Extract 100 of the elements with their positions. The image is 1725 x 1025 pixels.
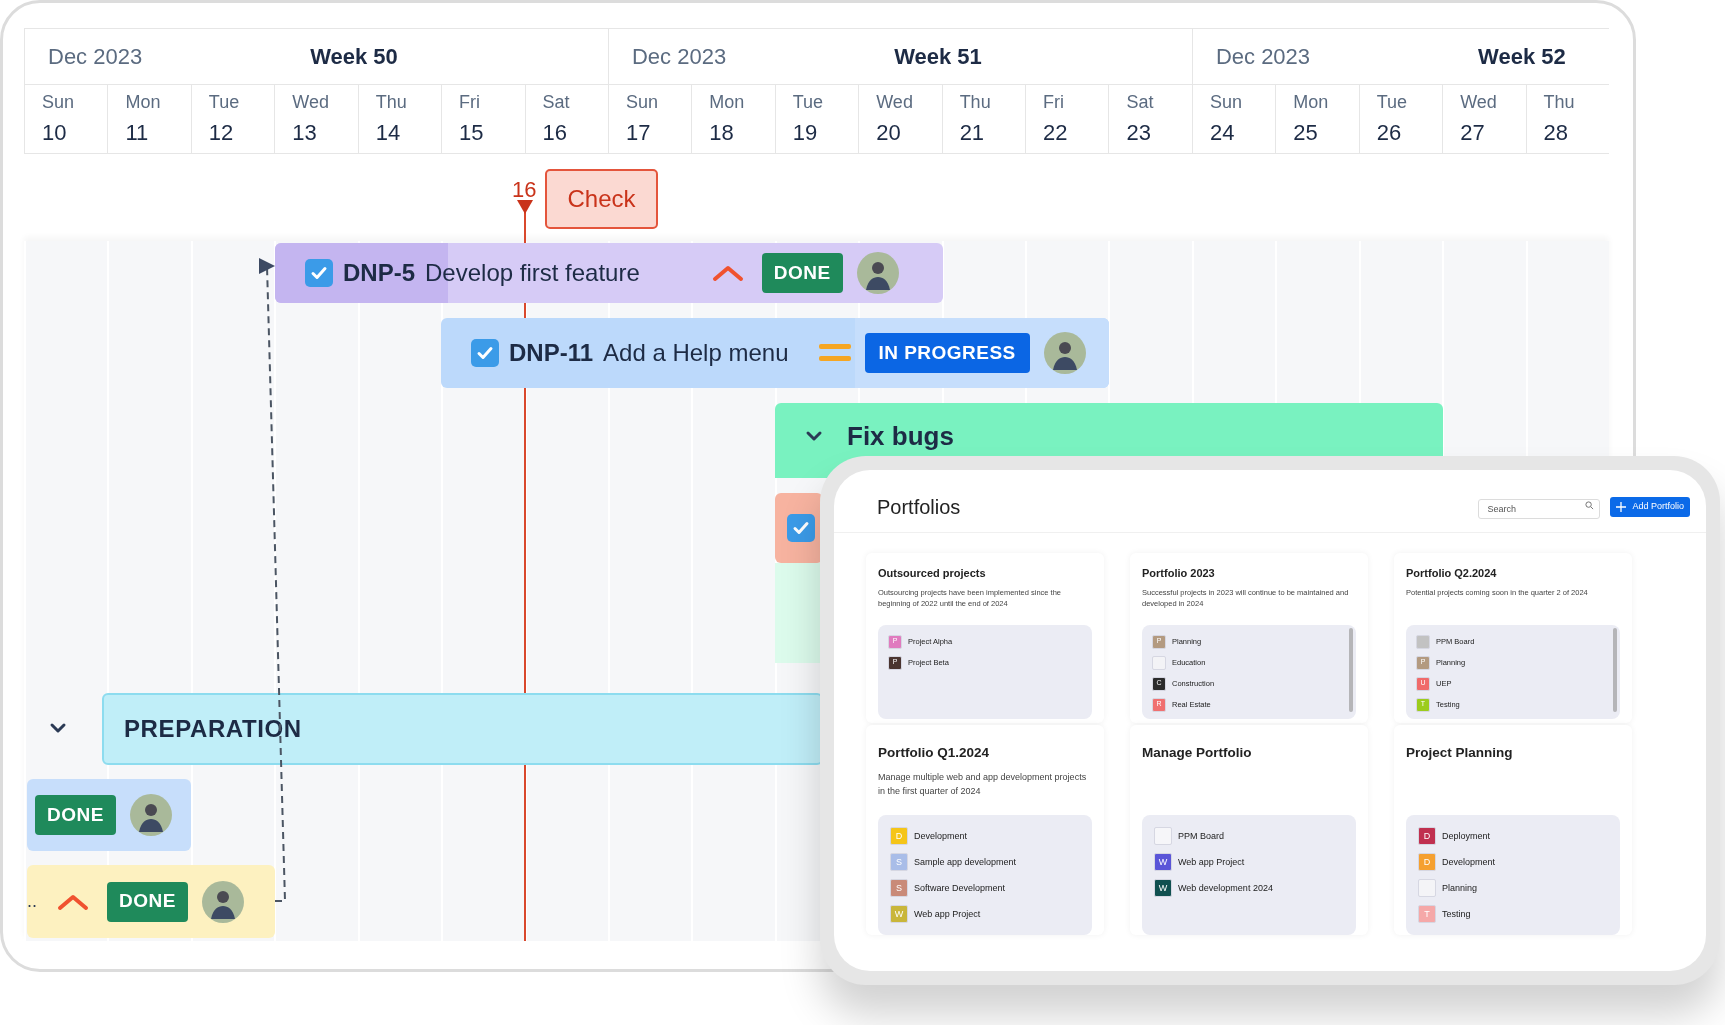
check-icon (792, 519, 810, 537)
status-badge[interactable]: DONE (35, 795, 116, 835)
weekday-label: Sun (42, 91, 76, 114)
project-name[interactable]: Software Development (914, 881, 1006, 895)
milestone-label[interactable]: Check (545, 169, 658, 229)
date-label: 26 (1376, 119, 1403, 147)
project-initial: S (890, 853, 908, 872)
weekday-label: Mon (709, 91, 746, 114)
project-name[interactable]: Deployment (1442, 829, 1491, 843)
status-badge[interactable]: DONE (107, 881, 188, 922)
date-label: 10 (42, 119, 68, 147)
project-initial: D (1418, 827, 1436, 846)
task-bar[interactable]: .. DONE (27, 865, 275, 938)
scrollbar[interactable] (1349, 627, 1353, 712)
portfolio-card[interactable]: Project Planning D Deployment D Development Planning T Testing (1394, 725, 1632, 935)
weekday-label: Sat (1126, 91, 1155, 114)
portfolio-card[interactable]: Portfolio Q1.2024 Manage multiple web and app development projects in the first quarter of 2024 D Development S Sample app development S Software Development W Web app Project (866, 725, 1104, 935)
month-label: Dec 2023 (1215, 43, 1311, 71)
project-name[interactable]: Web development 2024 (1178, 881, 1273, 895)
status-badge[interactable]: DONE (761, 253, 843, 293)
week-label: Week 50 (310, 43, 398, 71)
weekday-label: Wed (292, 91, 330, 114)
task-bar[interactable]: DONE (27, 779, 191, 851)
check-icon (310, 264, 328, 282)
project-initial: W (890, 905, 908, 924)
date-label: 16 (542, 119, 568, 147)
today-marker-icon (517, 200, 533, 214)
card-title: Manage Portfolio (1142, 744, 1253, 762)
month-label: Dec 2023 (631, 43, 727, 71)
task-title: Add a Help menu (603, 338, 789, 368)
weekday-label: Mon (1293, 91, 1330, 114)
date-label: 14 (375, 119, 402, 147)
weekday-label: Sun (1209, 91, 1243, 114)
date-label: 18 (709, 119, 735, 147)
date-label: 19 (792, 119, 819, 147)
date-label: 28 (1543, 119, 1570, 147)
date-label: 17 (625, 119, 652, 147)
today-label: 16 (512, 176, 537, 204)
date-label: 15 (459, 119, 485, 147)
date-label: 21 (959, 119, 986, 147)
search-icon (1585, 501, 1595, 510)
weekday-label: Fri (1043, 91, 1066, 114)
project-name[interactable]: Development (914, 829, 968, 843)
weekday-label: Wed (1460, 91, 1498, 114)
plus-icon (1616, 502, 1627, 512)
card-title: Outsourced projects (878, 566, 987, 581)
weekday-label: Sat (542, 91, 571, 114)
group-title: Fix bugs (847, 421, 954, 451)
card-title: Portfolio Q1.2024 (878, 744, 991, 762)
date-label: 12 (208, 119, 235, 147)
avatar (201, 880, 244, 923)
weekday-label: Sun (625, 91, 659, 114)
search-field[interactable]: Search (1478, 499, 1601, 519)
project-name[interactable]: PPM Board (1178, 829, 1225, 843)
check-icon (476, 344, 494, 362)
project-initial: W (1154, 853, 1172, 872)
date-label: 22 (1043, 119, 1069, 147)
weekday-label: Thu (1543, 91, 1576, 114)
group-bar[interactable]: PREPARATION (102, 693, 823, 765)
task-bar[interactable]: DNP-11 Add a Help menu IN PROGRESS (441, 318, 1109, 388)
avatar (856, 252, 899, 294)
project-initial: S (890, 879, 908, 898)
weekday-label: Mon (125, 91, 162, 114)
group-title: PREPARATION (124, 714, 302, 744)
page-title: Portfolios (877, 495, 961, 520)
task-title: Develop first feature (425, 258, 640, 288)
card-title: Portfolio 2023 (1142, 566, 1216, 581)
more-text: .. (27, 890, 37, 913)
project-initial: D (1418, 853, 1436, 872)
checkbox[interactable] (305, 259, 333, 287)
card-description: Manage multiple web and app development projects in the first quarter of 2024 (878, 771, 1088, 798)
task-key[interactable]: DNP-11 (509, 335, 594, 371)
date-label: 24 (1209, 119, 1236, 147)
week-label: Week 52 (1478, 43, 1566, 71)
checkbox[interactable] (787, 514, 815, 542)
date-label: 20 (876, 119, 902, 147)
checkbox[interactable] (471, 339, 499, 367)
date-label: 13 (292, 119, 318, 147)
date-label: 25 (1293, 119, 1319, 147)
project-name[interactable]: Web app Project (914, 907, 981, 921)
project-initial: D (890, 827, 908, 846)
project-name[interactable]: Web app Project (1178, 855, 1245, 869)
project-initial: T (1418, 905, 1436, 924)
weekday-label: Thu (959, 91, 992, 114)
date-label: 27 (1460, 119, 1486, 147)
weekday-label: Tue (1376, 91, 1409, 114)
project-name[interactable]: Development (1442, 855, 1496, 869)
date-label: 23 (1126, 119, 1152, 147)
add-portfolio-button[interactable]: Add Portfolio (1610, 497, 1690, 517)
scrollbar[interactable] (1613, 627, 1617, 712)
project-name[interactable]: Sample app development (914, 855, 1017, 869)
card-title: Project Planning (1406, 744, 1514, 762)
card-title: Portfolio Q2.2024 (1406, 566, 1498, 581)
project-name[interactable]: Testing (1442, 907, 1471, 921)
status-badge[interactable]: IN PROGRESS (864, 333, 1030, 373)
project-name[interactable]: Planning (1442, 881, 1478, 895)
portfolio-card[interactable]: Manage Portfolio PPM Board W Web app Project W Web development 2024 (1130, 725, 1368, 935)
task-bar[interactable]: DNP-5 Develop first feature DONE (275, 243, 943, 303)
weekday-label: Tue (792, 91, 825, 114)
task-bar[interactable] (775, 493, 823, 563)
